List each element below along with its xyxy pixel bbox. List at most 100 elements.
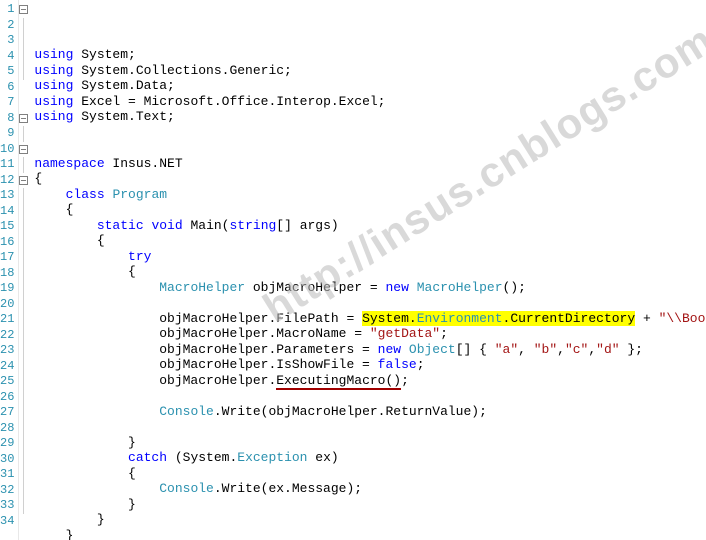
token-str: "d" (596, 342, 619, 357)
fold-toggle-icon[interactable] (19, 5, 28, 14)
line-number-gutter: 1234567891011121314151617181920212223242… (0, 0, 19, 540)
code-line[interactable]: { (34, 202, 706, 218)
code-line[interactable]: { (34, 466, 706, 482)
fold-guide (23, 64, 24, 80)
line-number: 27 (0, 405, 18, 421)
code-line[interactable]: } (34, 497, 706, 513)
code-editor[interactable]: 1234567891011121314151617181920212223242… (0, 0, 706, 540)
code-line[interactable]: using Excel = Microsoft.Office.Interop.E… (34, 94, 706, 110)
fold-cell[interactable] (19, 111, 28, 127)
code-line[interactable]: static void Main(string[] args) (34, 218, 706, 234)
code-line[interactable]: using System; (34, 47, 706, 63)
token-plain: objMacroHelper = (245, 280, 385, 295)
token-plain: }; (620, 342, 643, 357)
fold-cell[interactable] (19, 142, 28, 158)
line-number: 10 (0, 142, 18, 158)
fold-cell[interactable] (19, 173, 28, 189)
line-number: 32 (0, 483, 18, 499)
line-number: 17 (0, 250, 18, 266)
code-line[interactable]: using System.Data; (34, 78, 706, 94)
fold-cell (19, 483, 28, 499)
token-plain (34, 280, 159, 295)
token-plain: objMacroHelper. (34, 373, 276, 388)
code-line[interactable]: objMacroHelper.MacroName = "getData"; (34, 326, 706, 342)
fold-cell (19, 18, 28, 34)
code-line[interactable]: catch (System.Exception ex) (34, 450, 706, 466)
token-plain: objMacroHelper.Parameters = (34, 342, 377, 357)
code-line[interactable]: objMacroHelper.Parameters = new Object[]… (34, 342, 706, 358)
code-line[interactable]: class Program (34, 187, 706, 203)
code-line[interactable]: MacroHelper objMacroHelper = new MacroHe… (34, 280, 706, 296)
fold-cell (19, 235, 28, 251)
token-kw: try (128, 249, 151, 264)
code-line[interactable]: { (34, 171, 706, 187)
code-line[interactable]: Console.Write(objMacroHelper.ReturnValue… (34, 404, 706, 420)
fold-cell (19, 204, 28, 220)
fold-cell (19, 514, 28, 530)
token-str: "\\Book1.xls" (659, 311, 706, 326)
fold-cell (19, 467, 28, 483)
fold-toggle-icon[interactable] (19, 176, 28, 185)
code-line[interactable]: objMacroHelper.IsShowFile = false; (34, 357, 706, 373)
line-number: 31 (0, 467, 18, 483)
line-number: 34 (0, 514, 18, 530)
token-plain: System.Data; (73, 78, 174, 93)
code-line[interactable] (34, 419, 706, 435)
fold-cell[interactable] (19, 2, 28, 18)
line-number: 7 (0, 95, 18, 111)
fold-guide (23, 250, 24, 266)
fold-cell (19, 80, 28, 96)
token-kw: void (151, 218, 182, 233)
fold-guide (23, 359, 24, 375)
token-type: Console (159, 404, 214, 419)
code-line[interactable]: } (34, 512, 706, 528)
token-plain (34, 249, 128, 264)
fold-guide (23, 157, 24, 173)
token-kw: using (34, 78, 73, 93)
code-line[interactable]: using System.Text; (34, 109, 706, 125)
token-kw: using (34, 94, 73, 109)
fold-cell (19, 266, 28, 282)
code-line[interactable]: { (34, 264, 706, 280)
code-line[interactable]: namespace Insus.NET (34, 156, 706, 172)
fold-cell (19, 421, 28, 437)
token-plain: { (34, 202, 73, 217)
token-plain: ; (440, 326, 448, 341)
fold-cell (19, 390, 28, 406)
code-line[interactable]: } (34, 528, 706, 540)
fold-cell (19, 188, 28, 204)
token-plain: .Write(objMacroHelper.ReturnValue); (214, 404, 487, 419)
token-kw: new (386, 280, 409, 295)
code-line[interactable] (34, 295, 706, 311)
code-line[interactable]: objMacroHelper.ExecutingMacro(); (34, 373, 706, 389)
code-area[interactable]: http://insus.cnblogs.com using System;us… (28, 0, 706, 540)
fold-gutter[interactable] (19, 0, 28, 540)
token-type: Exception (237, 450, 307, 465)
code-line[interactable]: Console.Write(ex.Message); (34, 481, 706, 497)
line-number: 9 (0, 126, 18, 142)
fold-guide (23, 219, 24, 235)
fold-guide (23, 328, 24, 344)
code-line[interactable] (34, 125, 706, 141)
code-line[interactable]: try (34, 249, 706, 265)
token-plain: ; (401, 373, 409, 388)
token-ul: ExecutingMacro() (276, 373, 401, 390)
code-line[interactable] (34, 388, 706, 404)
code-line[interactable]: using System.Collections.Generic; (34, 63, 706, 79)
fold-toggle-icon[interactable] (19, 145, 28, 154)
line-number: 1 (0, 2, 18, 18)
fold-toggle-icon[interactable] (19, 114, 28, 123)
line-number: 22 (0, 328, 18, 344)
fold-cell (19, 157, 28, 173)
code-line[interactable]: } (34, 435, 706, 451)
fold-guide (23, 266, 24, 282)
code-line[interactable]: { (34, 233, 706, 249)
token-plain: { (34, 264, 135, 279)
fold-guide (23, 452, 24, 468)
code-line[interactable] (34, 140, 706, 156)
token-str: "b" (534, 342, 557, 357)
token-plain: System; (73, 47, 135, 62)
token-plain (401, 342, 409, 357)
fold-guide (23, 188, 24, 204)
code-line[interactable]: objMacroHelper.FilePath = System.Environ… (34, 311, 706, 327)
